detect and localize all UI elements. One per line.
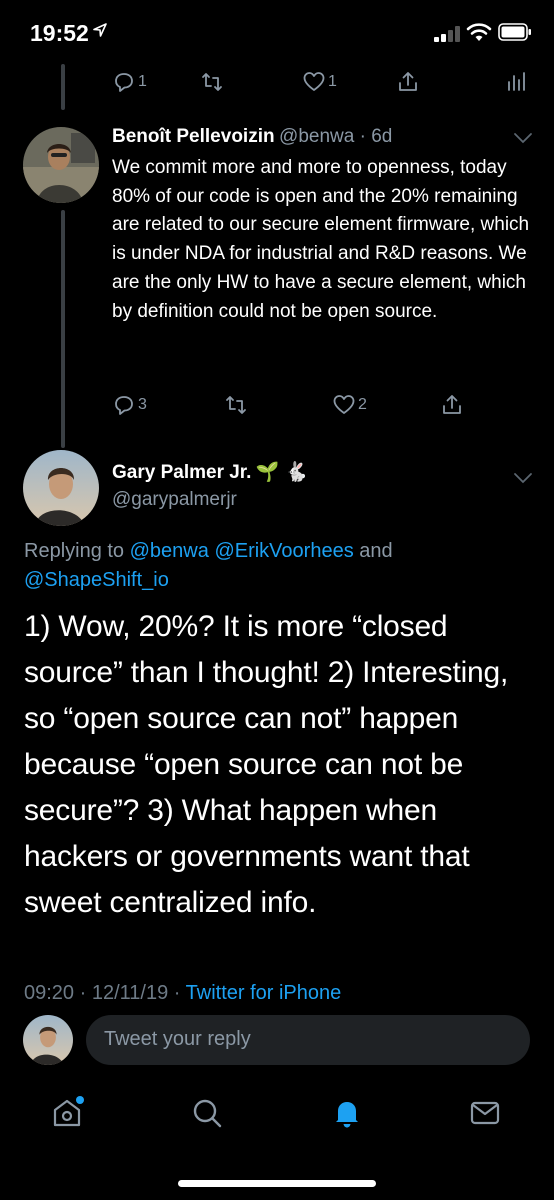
retweet-icon [226, 396, 246, 414]
separator-dot: · [74, 982, 92, 1004]
current-user-avatar[interactable] [23, 1015, 73, 1065]
like-count: 1 [328, 73, 337, 90]
retweet-button[interactable] [224, 393, 248, 417]
status-bar: 19:52 [0, 0, 554, 64]
home-icon[interactable] [50, 1096, 84, 1130]
tweet-time: 09:20 [24, 982, 75, 1004]
heart-icon [303, 72, 325, 91]
chevron-down-icon[interactable] [513, 132, 533, 144]
notification-dot [76, 1096, 84, 1104]
tweet-age: 6d [371, 126, 393, 147]
avatar-photo [23, 127, 99, 203]
search-icon[interactable] [190, 1096, 224, 1130]
author-emoji: 🌱 🐇 [255, 462, 309, 483]
avatar-garypalmerjr[interactable] [23, 450, 99, 526]
previous-tweet-actions: 1 1 [0, 70, 554, 100]
tweet-date: 12/11/19 [91, 982, 169, 1004]
reply-count: 3 [138, 396, 147, 413]
messages-mail-icon[interactable] [468, 1096, 502, 1130]
avatar-photo [23, 1015, 73, 1065]
home-indicator [178, 1180, 376, 1187]
share-icon [399, 72, 417, 91]
like-button[interactable]: 1 [302, 70, 337, 94]
parent-tweet-text: We commit more and more to openness, tod… [112, 157, 530, 322]
heart-icon [333, 395, 355, 414]
share-icon [443, 395, 461, 414]
share-button[interactable] [440, 393, 464, 417]
retweet-button[interactable] [200, 70, 224, 94]
author-name[interactable]: Gary Palmer Jr. [112, 462, 251, 483]
mention-link[interactable]: @benwa [130, 540, 209, 562]
separator-dot: · [354, 126, 372, 147]
author-handle[interactable]: @garypalmerjr [112, 489, 237, 511]
reply-button[interactable]: 3 [112, 393, 147, 417]
tweet-source-link[interactable]: Twitter for iPhone [186, 982, 342, 1004]
status-time: 19:52 [30, 20, 89, 46]
mention-joiner: and [359, 540, 393, 562]
reply-icon [115, 396, 133, 415]
main-tweet-name-row: Gary Palmer Jr. 🌱 🐇 [112, 460, 308, 484]
separator-dot: · [168, 982, 186, 1004]
main-tweet-text: 1) Wow, 20%? It is more “closed source” … [24, 610, 509, 919]
analytics-icon [508, 72, 525, 91]
reply-input[interactable]: Tweet your reply [86, 1015, 530, 1065]
avatar-photo [23, 450, 99, 526]
mention-link[interactable]: @ErikVoorhees [214, 540, 353, 562]
wifi-icon [466, 23, 492, 41]
parent-tweet-header: Benoît Pellevoizin @benwa · 6d [112, 126, 392, 148]
mention-link[interactable]: @ShapeShift_io [24, 569, 169, 591]
analytics-button[interactable] [504, 70, 528, 94]
reply-button[interactable]: 1 [112, 70, 147, 94]
battery-icon [498, 23, 531, 41]
replying-to: Replying to @benwa @ErikVoorhees and @Sh… [24, 537, 504, 595]
cellular-signal-icon [434, 26, 460, 42]
avatar-benwa[interactable] [23, 127, 99, 203]
reply-icon [115, 73, 133, 92]
like-button[interactable]: 2 [332, 393, 367, 417]
parent-tweet-actions: 3 2 [0, 393, 554, 423]
like-count: 2 [358, 396, 367, 413]
retweet-icon [202, 73, 222, 91]
author-handle[interactable]: @benwa [279, 126, 354, 147]
author-name[interactable]: Benoît Pellevoizin [112, 126, 275, 147]
reply-count: 1 [138, 73, 147, 90]
replying-prefix: Replying to [24, 540, 125, 562]
location-arrow-icon [93, 23, 107, 37]
notifications-bell-icon[interactable] [330, 1096, 364, 1130]
share-button[interactable] [396, 70, 420, 94]
chevron-down-icon[interactable] [513, 472, 533, 484]
